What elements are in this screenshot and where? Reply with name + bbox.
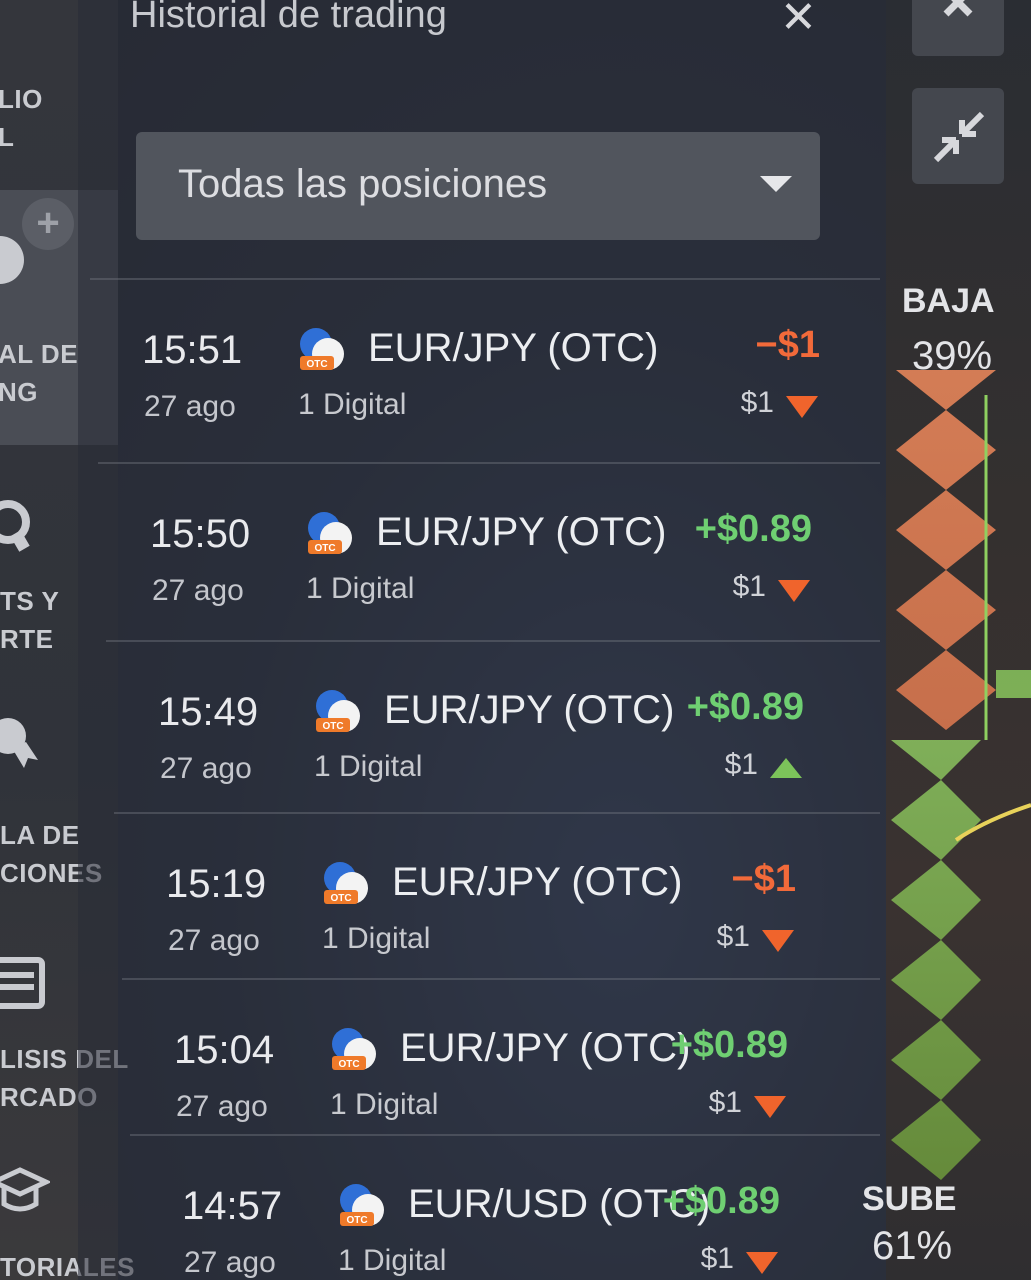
trade-investment: $1 (708, 1086, 742, 1119)
positions-filter-dropdown[interactable]: Todas las posiciones (136, 132, 820, 240)
arrow-down-icon (762, 930, 794, 952)
otc-currency-icon: OTC (340, 1184, 384, 1226)
trade-row[interactable]: 15:19 27 ago OTC EUR/JPY (OTC) 1 Digital −$1 $… (114, 812, 880, 978)
sentiment-chart-area: BAJA 39% SUBE 61% (862, 0, 1031, 1280)
trade-asset-pair: EUR/JPY (OTC) (368, 326, 659, 370)
trade-row[interactable]: 15:49 27 ago OTC EUR/JPY (OTC) 1 Digital +$0.… (106, 640, 880, 812)
trade-option-type: 1 Digital (330, 1088, 439, 1121)
news-icon (0, 957, 45, 1009)
trade-result: +$0.89 (686, 686, 804, 728)
up-percentage: 61% (872, 1224, 953, 1268)
sidebar-item-label: NG (0, 377, 38, 407)
trade-result: +$0.89 (662, 1180, 780, 1222)
close-icon[interactable]: ✕ (780, 0, 817, 43)
collapse-button[interactable] (912, 88, 1004, 184)
trade-option-type: 1 Digital (314, 750, 423, 783)
trade-result: +$0.89 (670, 1024, 788, 1066)
chevron-down-icon (760, 176, 792, 192)
otc-currency-icon: OTC (308, 512, 352, 554)
trade-option-type: 1 Digital (338, 1244, 447, 1277)
arrow-up-icon (770, 758, 802, 778)
trade-investment: $1 (724, 748, 758, 781)
trade-option-type: 1 Digital (298, 388, 407, 421)
sentiment-bar-graphic (891, 370, 1031, 1180)
trade-time: 15:51 (142, 328, 243, 372)
trade-row[interactable]: 15:50 27 ago OTC EUR/JPY (OTC) 1 Digital +$0.… (98, 462, 880, 640)
collapse-icon (933, 111, 985, 163)
trade-asset-pair: EUR/JPY (OTC) (400, 1026, 691, 1070)
trade-option-type: 1 Digital (306, 572, 415, 605)
trade-asset-pair: EUR/JPY (OTC) (376, 510, 667, 554)
otc-currency-icon: OTC (316, 690, 360, 732)
sidebar-item-label: AL DE (0, 339, 79, 369)
arrow-down-icon (746, 1252, 778, 1274)
trade-investment: $1 (716, 920, 750, 953)
down-label: BAJA (902, 282, 995, 320)
trade-investment: $1 (740, 386, 774, 419)
trade-investment: $1 (732, 570, 766, 603)
support-icon (0, 500, 30, 552)
expand-button[interactable] (912, 0, 1004, 56)
down-percentage: 39% (912, 334, 993, 378)
trade-date: 27 ago (144, 390, 236, 423)
trade-time: 15:04 (174, 1028, 275, 1072)
trade-option-type: 1 Digital (322, 922, 431, 955)
svg-text:OTC: OTC (314, 543, 335, 554)
award-icon (0, 718, 38, 768)
graduation-cap-icon (0, 1167, 50, 1212)
trade-investment: $1 (700, 1242, 734, 1275)
history-icon (0, 236, 24, 284)
svg-text:OTC: OTC (330, 893, 351, 904)
trade-row[interactable]: 15:04 27 ago OTC EUR/JPY (OTC) 1 Digital +$0.… (122, 978, 880, 1134)
trade-date: 27 ago (168, 924, 260, 957)
trade-date: 27 ago (184, 1246, 276, 1279)
trade-time: 14:57 (182, 1184, 283, 1228)
trade-time: 15:50 (150, 512, 251, 556)
trade-result: −$1 (755, 324, 820, 366)
svg-text:OTC: OTC (306, 359, 327, 370)
otc-currency-icon: OTC (332, 1028, 376, 1070)
trade-time: 15:49 (158, 690, 259, 734)
arrow-down-icon (754, 1096, 786, 1118)
app-screen: LIO L AL DE NG + TS Y RTE LA DE CIONES L… (0, 0, 1031, 1280)
trade-date: 27 ago (176, 1090, 268, 1123)
close-icon (943, 0, 973, 17)
panel-title: Historial de trading (130, 0, 447, 36)
otc-currency-icon: OTC (300, 328, 344, 370)
trade-asset-pair: EUR/JPY (OTC) (384, 688, 675, 732)
add-button[interactable]: + (22, 198, 74, 250)
svg-text:OTC: OTC (322, 721, 343, 732)
svg-text:OTC: OTC (346, 1215, 367, 1226)
up-label: SUBE (862, 1180, 957, 1218)
trade-row[interactable]: 15:51 27 ago OTC EUR/JPY (OTC) 1 Digital −$1 $… (90, 278, 880, 462)
trade-asset-pair: EUR/JPY (OTC) (392, 860, 683, 904)
trade-result: +$0.89 (694, 508, 812, 550)
filter-selected-value: Todas las posiciones (178, 162, 548, 206)
trade-date: 27 ago (160, 752, 252, 785)
trade-time: 15:19 (166, 862, 267, 906)
arrow-down-icon (778, 580, 810, 602)
otc-currency-icon: OTC (324, 862, 368, 904)
trade-row[interactable]: 14:57 27 ago OTC EUR/USD (OTC) 1 Digital +$0.… (130, 1134, 880, 1280)
trade-date: 27 ago (152, 574, 244, 607)
svg-text:OTC: OTC (338, 1059, 359, 1070)
arrow-down-icon (786, 396, 818, 418)
trade-result: −$1 (731, 858, 796, 900)
